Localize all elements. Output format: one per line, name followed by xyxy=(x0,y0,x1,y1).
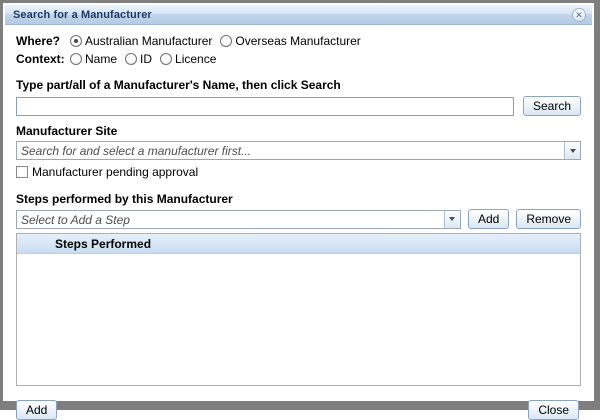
radio-name[interactable]: Name xyxy=(70,52,117,66)
search-button[interactable]: Search xyxy=(523,96,581,116)
steps-performed-grid: Steps Performed xyxy=(16,233,581,386)
search-instruction-label: Type part/all of a Manufacturer's Name, … xyxy=(16,78,581,92)
search-row: Search xyxy=(16,96,581,116)
pending-approval-row: Manufacturer pending approval xyxy=(16,165,581,179)
add-step-button[interactable]: Add xyxy=(468,209,509,229)
manufacturer-site-label: Manufacturer Site xyxy=(16,124,581,138)
context-row: Context: Name ID Licence xyxy=(16,52,581,66)
grid-body[interactable] xyxy=(17,254,580,385)
dialog-window: Search for a Manufacturer ✕ Where? Austr… xyxy=(0,0,600,410)
radio-overseas-manufacturer[interactable]: Overseas Manufacturer xyxy=(220,34,360,48)
radio-australian-manufacturer[interactable]: Australian Manufacturer xyxy=(70,34,212,48)
radio-licence[interactable]: Licence xyxy=(160,52,216,66)
steps-combo-row: Select to Add a Step Add Remove xyxy=(16,209,581,229)
radio-label: Licence xyxy=(175,52,216,66)
chevron-down-icon[interactable] xyxy=(564,142,580,159)
step-select-dropdown[interactable]: Select to Add a Step xyxy=(16,210,461,229)
remove-step-button[interactable]: Remove xyxy=(516,209,581,229)
search-manufacturer-dialog: Search for a Manufacturer ✕ Where? Austr… xyxy=(5,5,592,399)
radio-icon[interactable] xyxy=(125,53,137,65)
grid-column-header[interactable]: Steps Performed xyxy=(55,237,151,251)
dialog-title: Search for a Manufacturer xyxy=(13,9,572,21)
dialog-titlebar: Search for a Manufacturer ✕ xyxy=(5,5,592,25)
radio-icon[interactable] xyxy=(70,53,82,65)
manufacturer-site-dropdown-text: Search for and select a manufacturer fir… xyxy=(17,142,564,159)
pending-approval-label: Manufacturer pending approval xyxy=(32,165,198,179)
grid-header-row: Steps Performed xyxy=(17,234,580,254)
where-label: Where? xyxy=(16,34,70,48)
radio-label: Overseas Manufacturer xyxy=(235,34,360,48)
radio-label: Australian Manufacturer xyxy=(85,34,212,48)
manufacturer-site-row: Search for and select a manufacturer fir… xyxy=(16,141,581,160)
context-radio-group: Name ID Licence xyxy=(70,52,224,66)
radio-id[interactable]: ID xyxy=(125,52,152,66)
context-label: Context: xyxy=(16,52,70,66)
where-radio-group: Australian Manufacturer Overseas Manufac… xyxy=(70,34,369,48)
close-icon[interactable]: ✕ xyxy=(572,8,586,22)
radio-label: Name xyxy=(85,52,117,66)
dialog-body: Where? Australian Manufacturer Overseas … xyxy=(5,25,592,420)
where-row: Where? Australian Manufacturer Overseas … xyxy=(16,34,581,48)
pending-approval-checkbox[interactable] xyxy=(16,166,28,178)
dialog-footer: Add Close xyxy=(16,400,581,420)
manufacturer-site-dropdown[interactable]: Search for and select a manufacturer fir… xyxy=(16,141,581,160)
manufacturer-name-input[interactable] xyxy=(16,97,514,116)
step-select-dropdown-text: Select to Add a Step xyxy=(17,211,444,228)
radio-icon[interactable] xyxy=(160,53,172,65)
radio-icon[interactable] xyxy=(220,35,232,47)
chevron-down-icon[interactable] xyxy=(444,211,460,228)
add-button[interactable]: Add xyxy=(16,400,57,420)
grid-selector-column xyxy=(17,234,55,253)
radio-icon[interactable] xyxy=(70,35,82,47)
close-button[interactable]: Close xyxy=(528,400,579,420)
steps-performed-label: Steps performed by this Manufacturer xyxy=(16,192,581,206)
radio-label: ID xyxy=(140,52,152,66)
